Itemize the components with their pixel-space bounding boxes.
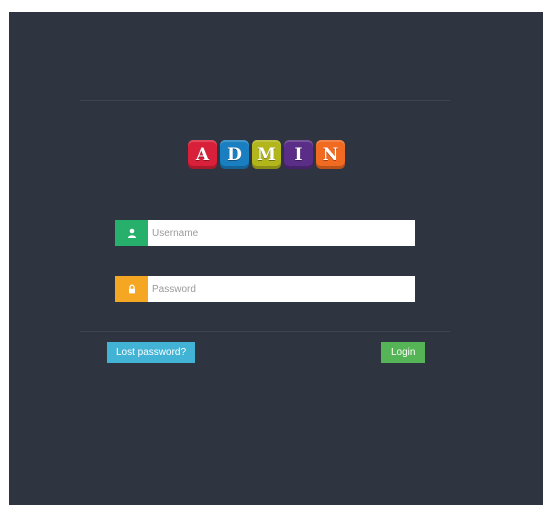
username-input[interactable] <box>148 220 415 246</box>
top-divider <box>80 100 450 101</box>
logo-letter: I <box>284 140 313 169</box>
password-input[interactable] <box>148 276 415 302</box>
logo-letter: A <box>188 140 217 169</box>
bottom-divider <box>80 331 450 332</box>
lost-password-button[interactable]: Lost password? <box>107 342 196 363</box>
logo-letter: D <box>220 140 249 169</box>
user-icon <box>115 220 148 246</box>
password-field <box>115 276 415 302</box>
admin-logo: A D M I N <box>188 140 345 169</box>
username-field <box>115 220 415 246</box>
lock-icon <box>115 276 148 302</box>
logo-letter: N <box>316 140 345 169</box>
login-panel: A D M I N Lost password? Login <box>9 12 543 505</box>
login-button[interactable]: Login <box>381 342 426 363</box>
logo-letter: M <box>252 140 281 169</box>
